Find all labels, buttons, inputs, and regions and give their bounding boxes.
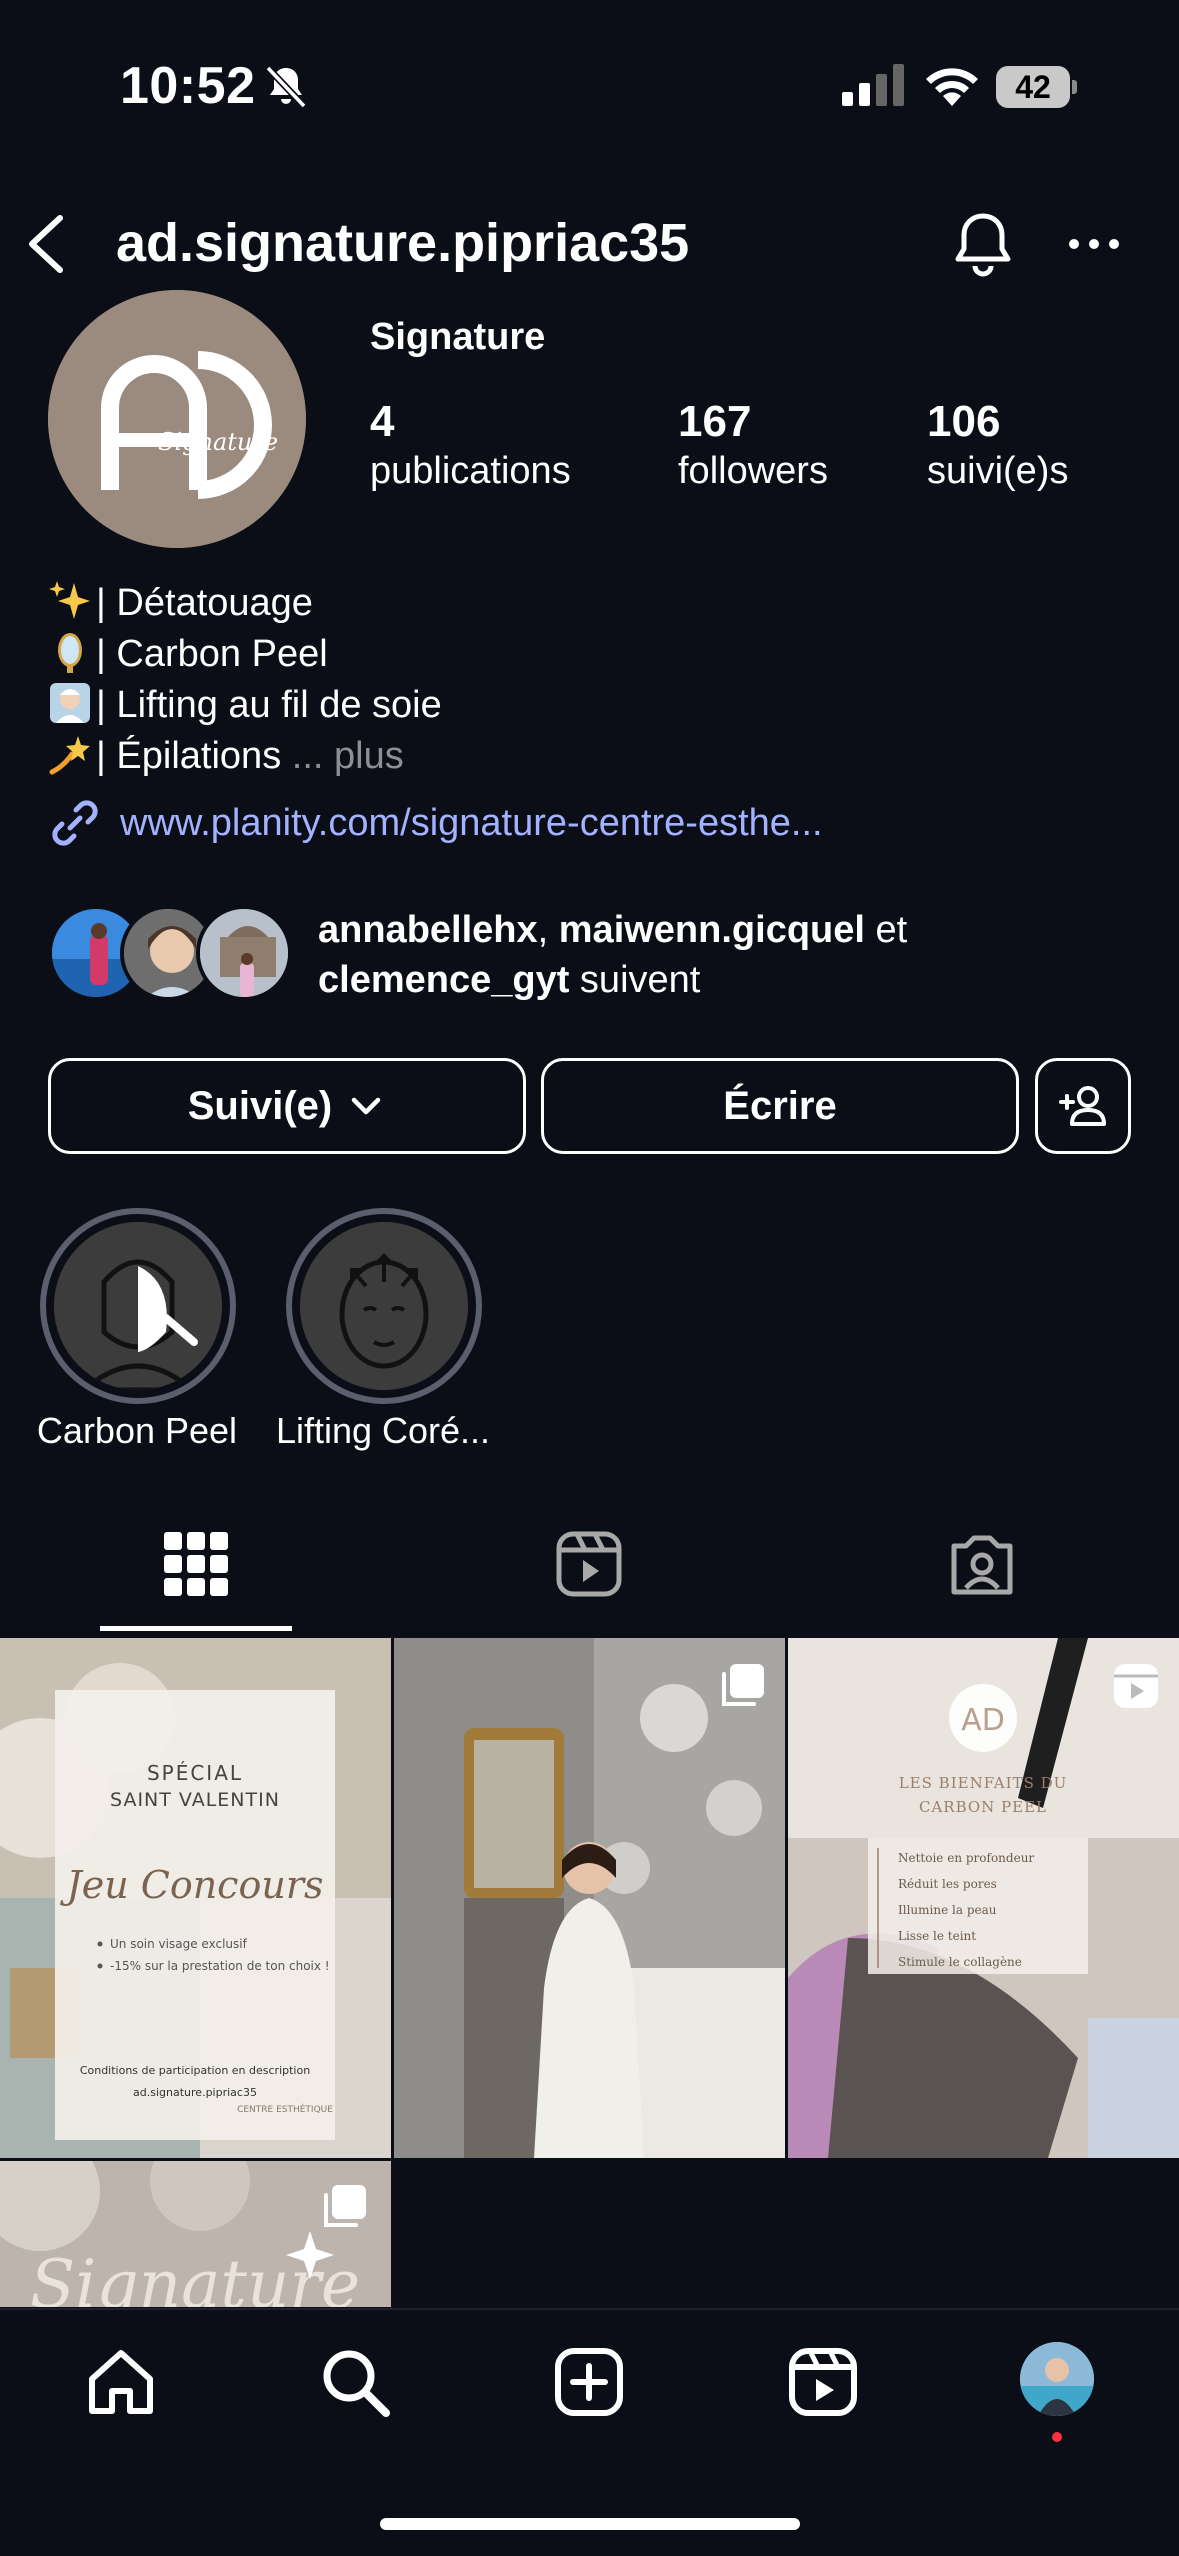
svg-text:CARBON PEEL: CARBON PEEL [919,1798,1047,1816]
highlight-label: Lifting Coré... [275,1410,491,1451]
logo-ad: Signature [48,290,306,548]
website-link[interactable]: www.planity.com/signature-centre-esthe..… [48,796,823,850]
svg-text:Jeu Concours: Jeu Concours [59,1863,323,1907]
notifications-bell-icon[interactable] [950,208,1016,280]
more-options-icon[interactable] [1066,226,1122,262]
post-image: SPÉCIAL SAINT VALENTIN Jeu Concours Un s… [0,1638,391,2158]
face-peel-icon [54,1222,222,1390]
avatar [196,905,292,1001]
profile-handle: ad.signature.pipriac35 [116,213,690,273]
reels-icon[interactable] [786,2345,860,2419]
home-indicator [380,2518,800,2530]
following-button[interactable]: Suivi(e) [48,1058,526,1154]
profile-avatar[interactable]: Signature [48,290,306,548]
display-name: Signature [370,316,546,358]
face-massage-icon [50,683,90,723]
stat-posts[interactable]: 4 publications [370,396,571,494]
svg-text:Nettoie en profondeur: Nettoie en profondeur [898,1851,1034,1865]
create-post-icon[interactable] [552,2345,626,2419]
stat-following[interactable]: 106 suivi(e)s [927,396,1068,494]
svg-text:CENTRE ESTHÉTIQUE: CENTRE ESTHÉTIQUE [237,2103,333,2115]
svg-text:Illumine la peau: Illumine la peau [898,1903,997,1917]
post-tile[interactable]: AD LES BIENFAITS DU CARBON PEEL Nettoie … [788,1638,1179,2158]
stat-followers[interactable]: 167 followers [678,396,828,494]
bio-line: | Carbon Peel [48,629,328,679]
svg-text:SPÉCIAL: SPÉCIAL [147,1761,243,1785]
svg-text:-15% sur la prestation de ton: -15% sur la prestation de ton choix ! [110,1959,330,1973]
sparkles-icon [49,581,90,619]
post-image: AD LES BIENFAITS DU CARBON PEEL Nettoie … [788,1638,1179,2158]
cellular-signal-icon [842,64,904,106]
post-tile[interactable]: SPÉCIAL SAINT VALENTIN Jeu Concours Un s… [0,1638,391,2158]
carousel-icon [324,2185,366,2227]
suggested-users-button[interactable] [1035,1058,1131,1154]
battery-icon: 42 [996,66,1078,108]
svg-text:Stimule le collagène: Stimule le collagène [898,1955,1022,1969]
profile-tab-avatar[interactable] [1020,2342,1094,2416]
wifi-icon [926,68,978,106]
mutual-followers-text[interactable]: annabellehx, maiwenn.gicquel et clemence… [318,905,907,1005]
tab-tagged-icon[interactable] [946,1528,1018,1600]
highlight-label: Carbon Peel [36,1410,238,1451]
bio-line: | Détatouage [48,578,313,628]
highlight-lifting[interactable] [286,1208,482,1404]
carousel-icon [722,1664,764,1706]
post-image [394,1638,785,2158]
link-icon [52,800,98,846]
bio-line: | Lifting au fil de soie [48,680,442,730]
svg-text:Conditions de participation en: Conditions de participation en descripti… [80,2064,310,2077]
home-icon[interactable] [84,2345,158,2419]
svg-text:Lisse le teint: Lisse le teint [898,1929,976,1943]
svg-text:ad.signature.pipriac35: ad.signature.pipriac35 [133,2086,257,2099]
svg-text:SAINT VALENTIN: SAINT VALENTIN [110,1789,280,1811]
tab-grid-icon[interactable] [160,1528,232,1600]
search-icon[interactable] [318,2345,392,2419]
battery-level: 42 [996,66,1070,108]
post-tile[interactable]: Signature [0,2161,391,2307]
svg-text:Un soin visage exclusif: Un soin visage exclusif [110,1937,248,1951]
silent-mode-icon [265,65,307,109]
bio-more-link[interactable]: ... plus [292,735,404,777]
message-button[interactable]: Écrire [541,1058,1019,1154]
tab-reels-icon[interactable] [553,1528,625,1600]
add-person-icon [1059,1086,1106,1126]
status-time: 10:52 [120,57,256,115]
bio-line: | Épilations ... plus [48,731,404,781]
svg-text:AD: AD [961,1703,1005,1738]
face-lifting-icon [300,1222,468,1390]
reel-icon [1114,1664,1158,1708]
chevron-down-icon [351,1097,381,1115]
mutual-followers-avatars[interactable] [48,905,298,1001]
svg-text:LES BIENFAITS DU: LES BIENFAITS DU [899,1774,1068,1792]
highlight-carbon-peel[interactable] [40,1208,236,1404]
notification-dot [1052,2432,1062,2442]
dizzy-star-icon [49,736,90,775]
back-icon[interactable] [22,212,70,276]
post-tile[interactable] [394,1638,785,2158]
svg-text:Réduit les pores: Réduit les pores [898,1877,997,1891]
svg-text:Signature: Signature [158,428,278,456]
mirror-icon [58,633,82,673]
active-tab-indicator [100,1626,292,1631]
